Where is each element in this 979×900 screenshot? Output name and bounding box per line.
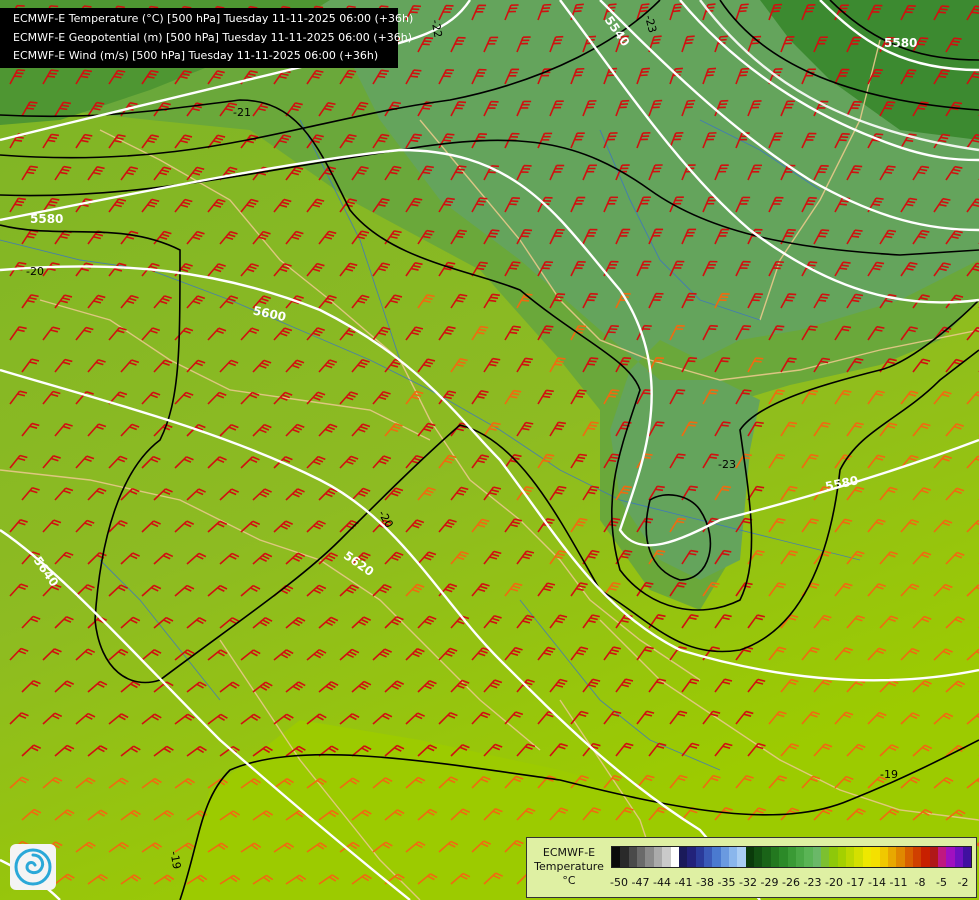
legend-tick: -8: [914, 876, 926, 889]
temperature-label: -21: [233, 106, 251, 119]
legend-tick: -44: [653, 876, 671, 889]
legend-swatch: [871, 847, 880, 867]
legend-swatch: [754, 847, 763, 867]
legend-tick: -50: [610, 876, 628, 889]
legend-swatch: [703, 847, 713, 867]
weather-map[interactable]: 5580 5540 5580 5600 5580 5620 5640 -22 -…: [0, 0, 979, 900]
legend-swatch: [846, 847, 855, 867]
legend-swatch: [946, 847, 955, 867]
geopotential-title: ECMWF-E Geopotential (m) [500 hPa] Tuesd…: [13, 30, 413, 44]
legend-swatch: [779, 847, 788, 867]
legend-swatch: [762, 847, 771, 867]
legend-tick: -5: [936, 876, 947, 889]
legend-swatch: [887, 847, 897, 867]
legend-swatch: [787, 847, 796, 867]
geopotential-label: 5580: [884, 36, 917, 50]
legend-swatch: [620, 847, 629, 867]
legend-swatch: [938, 847, 947, 867]
legend-swatch: [653, 847, 663, 867]
legend-swatch: [921, 847, 930, 867]
legend-swatch: [695, 847, 704, 867]
legend-swatch: [687, 847, 696, 867]
legend-tick: -14: [868, 876, 886, 889]
legend-swatch: [829, 847, 838, 867]
map-title-box: ECMWF-E Temperature (°C) [500 hPa] Tuesd…: [0, 8, 414, 68]
geopotential-label: 5580: [30, 212, 63, 226]
legend-swatch: [929, 847, 939, 867]
legend-swatch: [770, 847, 780, 867]
legend-swatch: [963, 847, 972, 867]
legend-tick: -32: [739, 876, 757, 889]
legend-swatch: [720, 847, 730, 867]
temperature-label: -23: [718, 458, 736, 471]
legend-swatch: [896, 847, 905, 867]
legend-tick: -47: [631, 876, 650, 889]
legend-color-scale: [611, 846, 973, 868]
legend-swatch: [678, 847, 688, 867]
legend-tick: -20: [825, 876, 843, 889]
swirl-logo-icon: [14, 848, 52, 886]
legend-label: ECMWF-E Temperature °C: [529, 846, 609, 888]
legend-tick: -41: [674, 876, 693, 889]
legend-swatch: [804, 847, 813, 867]
legend-unit: °C: [562, 874, 576, 887]
legend-swatch: [670, 847, 679, 867]
legend-swatch: [628, 847, 638, 867]
legend-swatch: [837, 847, 847, 867]
legend-swatch: [662, 847, 671, 867]
legend-tick: -2: [957, 876, 969, 889]
legend-tick: -17: [846, 876, 865, 889]
legend-swatch: [745, 847, 755, 867]
legend-swatch: [854, 847, 863, 867]
legend-swatch: [812, 847, 821, 867]
provider-logo: [10, 844, 56, 890]
legend-tick-labels: -50 -47 -44 -41 -38 -35 -32 -29 -26 -23 -20 -17 -14-…: [610, 876, 971, 890]
wind-title: ECMWF-E Wind (m/s) [500 hPa] Tuesday 11-…: [13, 49, 379, 62]
legend-swatch: [612, 847, 621, 867]
legend-swatch: [795, 847, 805, 867]
legend-swatch: [912, 847, 922, 867]
legend-swatch: [645, 847, 654, 867]
legend-tick: -38: [696, 876, 714, 889]
legend-swatch: [862, 847, 872, 867]
legend-tick: -23: [803, 876, 822, 889]
legend-tick: -29: [760, 876, 779, 889]
legend-source: ECMWF-E: [542, 846, 596, 859]
legend-swatch: [954, 847, 964, 867]
legend-swatch: [820, 847, 830, 867]
map-canvas: 5580 5540 5580 5600 5580 5620 5640 -22 -…: [0, 0, 979, 900]
temperature-label: -19: [880, 768, 898, 781]
legend-tick: -26: [782, 876, 800, 889]
legend-swatch: [712, 847, 721, 867]
legend-swatch: [729, 847, 738, 867]
legend-swatch: [737, 847, 746, 867]
legend-tick: -11: [889, 876, 908, 889]
legend-swatch: [904, 847, 913, 867]
legend-swatch: [879, 847, 888, 867]
legend-variable: Temperature: [534, 860, 604, 873]
legend-swatch: [637, 847, 646, 867]
legend-tick: -35: [717, 876, 736, 889]
temperature-title: ECMWF-E Temperature (°C) [500 hPa] Tuesd…: [13, 12, 414, 25]
temperature-legend: ECMWF-E Temperature °C -50 -47 -44 -41 -38 -3…: [526, 837, 977, 898]
temperature-label: -20: [26, 265, 44, 278]
